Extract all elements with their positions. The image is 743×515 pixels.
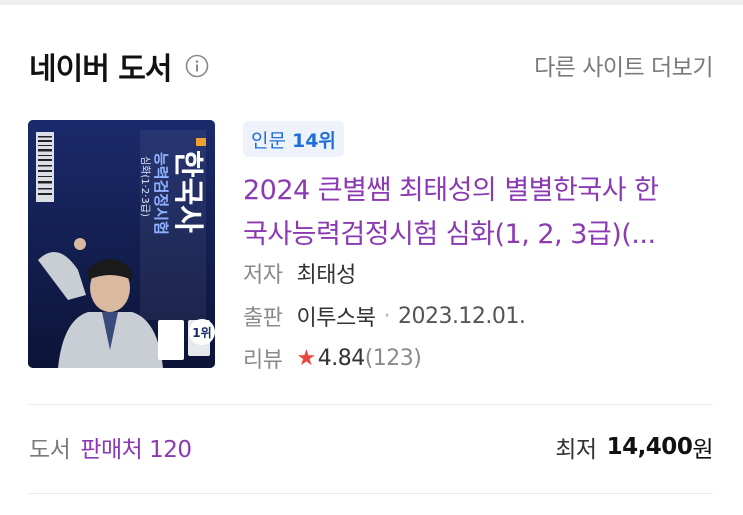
publisher-row: 출판 이투스북 · 2023.12.01. — [243, 300, 526, 332]
section-header: 네이버 도서 — [29, 44, 209, 88]
divider-bottom — [29, 493, 713, 494]
cover-title-text: 한국사 — [170, 150, 205, 233]
book-title-line1: 2024 큰별쌤 최태성의 별별한국사 한 — [243, 175, 659, 206]
publish-date: 2023.12.01. — [397, 303, 526, 329]
more-sites-link[interactable]: 다른 사이트 더보기 — [534, 48, 713, 82]
info-icon[interactable] — [185, 54, 209, 78]
section-title: 네이버 도서 — [29, 52, 172, 87]
top-band — [0, 0, 743, 5]
sellers-count-link[interactable]: 판매처 120 — [80, 430, 192, 464]
cover-subtitle-text: 능력검정시험 — [152, 152, 170, 235]
divider — [29, 404, 713, 405]
book-title-line2: 국사능력검정시험 심화(1, 2, 3급)(... — [243, 219, 656, 250]
review-row: 리뷰 ★ 4.84 (123) — [243, 342, 422, 374]
min-price-label: 최저 — [555, 437, 597, 463]
currency-unit: 원 — [692, 437, 713, 463]
min-price-value: 14,400 — [606, 434, 693, 460]
author-row: 저자 최태성 — [243, 257, 356, 289]
separator-dot: · — [383, 303, 390, 329]
review-count: (123) — [364, 345, 422, 371]
star-icon: ★ — [296, 345, 316, 371]
book-title-link[interactable]: 2024 큰별쌤 최태성의 별별한국사 한 국사능력검정시험 심화(1, 2, … — [243, 169, 713, 257]
publisher-label: 출판 — [243, 306, 283, 331]
rating-value: 4.84 — [317, 345, 365, 371]
rank-value: 14위 — [291, 129, 336, 152]
footer-price[interactable]: 최저 14,400 원 — [555, 430, 713, 464]
review-label: 리뷰 — [243, 348, 283, 373]
rank-category: 인문 — [251, 129, 286, 152]
cover-level-text: 심화(1·2·3급) — [139, 156, 151, 217]
cover-rank-badge: 1위 — [192, 326, 211, 340]
footer-sellers[interactable]: 도서 판매처 120 — [29, 430, 192, 464]
book-cover-image[interactable]: 한국사 능력검정시험 심화(1·2·3급) 1위 — [28, 120, 215, 368]
publisher-name: 이투스북 — [296, 306, 376, 331]
author-label: 저자 — [243, 263, 283, 288]
author-name: 최태성 — [296, 263, 356, 288]
footer-category: 도서 — [29, 437, 71, 463]
rank-badge: 인문 14위 — [243, 121, 344, 157]
